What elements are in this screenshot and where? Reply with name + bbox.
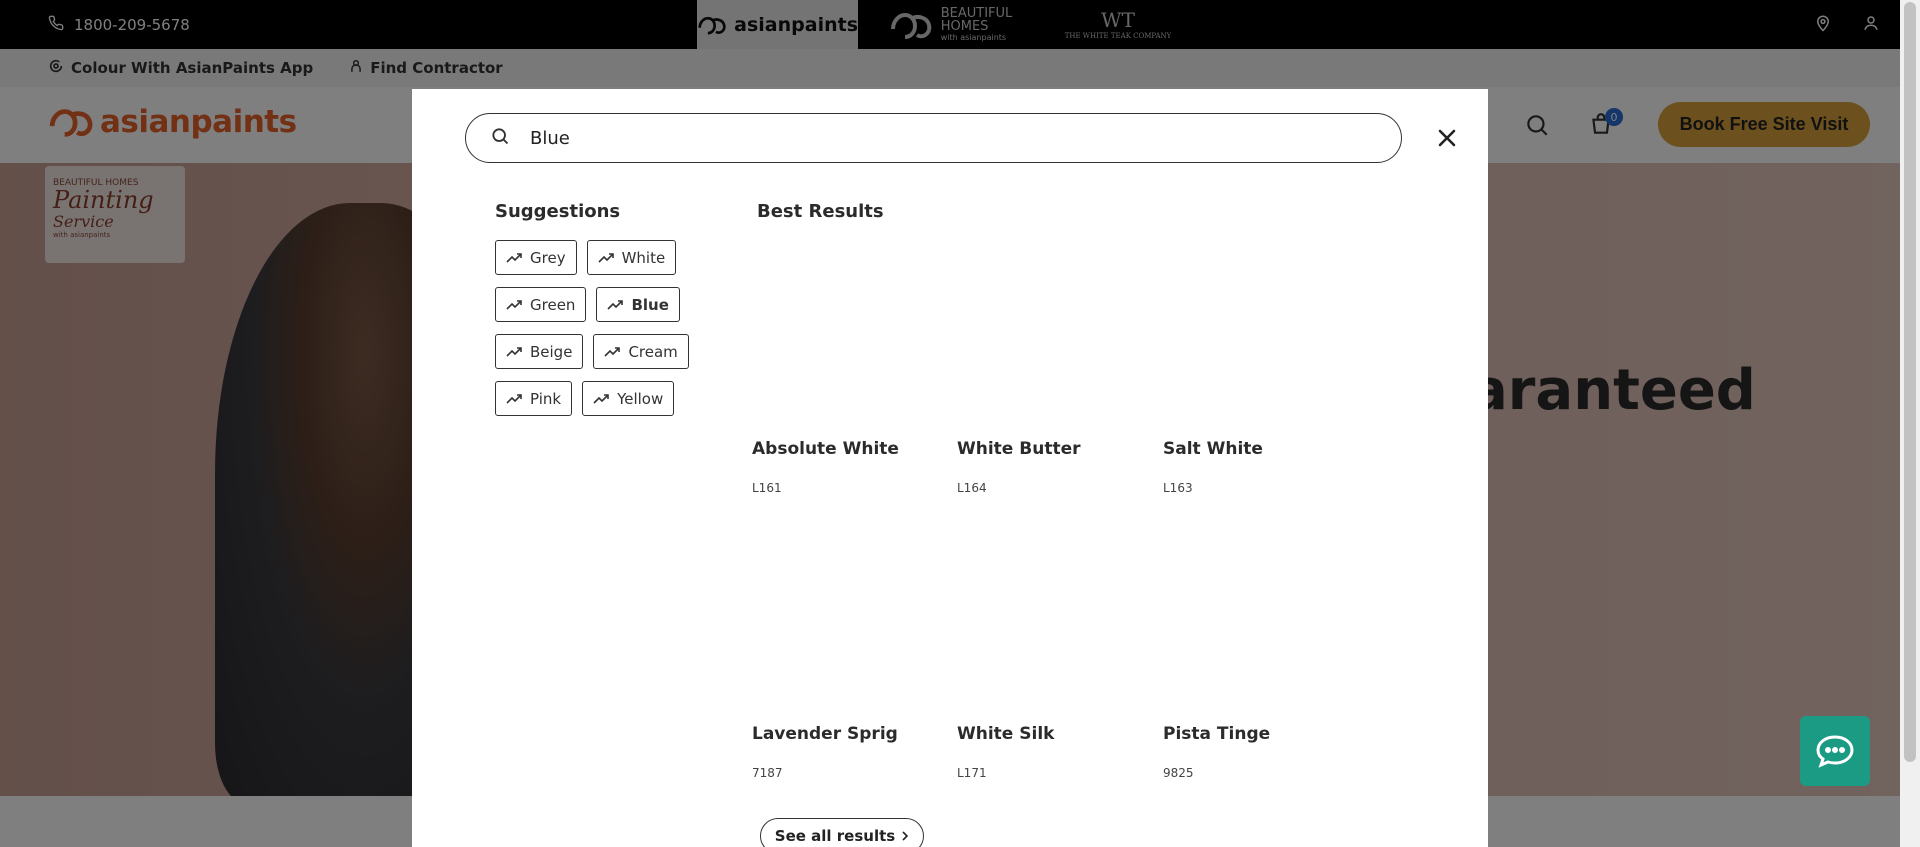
result-name: Pista Tinge xyxy=(1163,724,1271,744)
result-name: White Butter xyxy=(957,439,1081,459)
suggestion-chip-yellow[interactable]: Yellow xyxy=(582,381,675,416)
result-card[interactable]: White Silk L171 xyxy=(957,724,1137,780)
close-icon xyxy=(1438,129,1456,147)
trend-icon xyxy=(607,299,624,310)
result-code: L161 xyxy=(752,481,782,495)
result-name: Absolute White xyxy=(752,439,899,459)
trend-icon xyxy=(506,252,522,263)
suggestion-chip-green[interactable]: Green xyxy=(495,287,587,322)
page-scrollbar[interactable] xyxy=(1900,0,1920,847)
result-card[interactable]: Salt White L163 xyxy=(1163,439,1343,495)
result-code: 9825 xyxy=(1163,766,1194,780)
see-all-label: See all results xyxy=(774,827,896,845)
search-bar xyxy=(465,113,1402,163)
suggestion-chip-pink[interactable]: Pink xyxy=(495,381,573,416)
result-card[interactable]: Lavender Sprig 7187 xyxy=(752,724,932,780)
result-card[interactable]: White Butter L164 xyxy=(957,439,1137,495)
search-input[interactable] xyxy=(530,127,1380,149)
suggestion-label: Yellow xyxy=(617,389,664,408)
result-card[interactable]: Absolute White L161 xyxy=(752,439,932,495)
suggestions-title: Suggestions xyxy=(495,201,621,222)
search-modal: Suggestions Best Results Grey White Gree… xyxy=(412,89,1488,847)
trend-icon xyxy=(604,346,621,357)
suggestion-label: Green xyxy=(530,295,576,314)
result-name: White Silk xyxy=(957,724,1055,744)
best-results-title: Best Results xyxy=(757,201,884,222)
scrollbar-thumb[interactable] xyxy=(1904,2,1916,762)
chat-widget-button[interactable] xyxy=(1800,716,1870,786)
suggestion-chip-blue[interactable]: Blue xyxy=(596,287,680,322)
result-card[interactable]: Pista Tinge 9825 xyxy=(1163,724,1343,780)
suggestion-chip-cream[interactable]: Cream xyxy=(593,334,689,369)
trend-icon xyxy=(506,346,522,357)
suggestion-label: Cream xyxy=(628,342,678,361)
suggestion-label: White xyxy=(621,248,666,267)
result-code: 7187 xyxy=(752,766,783,780)
suggestion-chip-white[interactable]: White xyxy=(586,240,677,275)
suggestion-label: Pink xyxy=(530,389,562,408)
suggestion-chip-grey[interactable]: Grey xyxy=(495,240,577,275)
suggestion-chip-beige[interactable]: Beige xyxy=(495,334,584,369)
suggestion-label: Beige xyxy=(530,342,573,361)
close-search-button[interactable] xyxy=(1432,123,1462,153)
suggestion-label: Grey xyxy=(530,248,566,267)
result-name: Salt White xyxy=(1163,439,1263,459)
chevron-right-icon xyxy=(902,831,909,841)
chat-icon xyxy=(1816,735,1854,768)
trend-icon xyxy=(506,299,522,310)
result-name: Lavender Sprig xyxy=(752,724,898,744)
trend-icon xyxy=(593,393,609,404)
suggestions-list: Grey White Green Blue Beige Cream Pink Y… xyxy=(495,240,725,416)
trend-icon xyxy=(506,393,522,404)
result-code: L163 xyxy=(1163,481,1193,495)
search-icon xyxy=(490,126,510,150)
result-code: L171 xyxy=(957,766,987,780)
suggestion-label: Blue xyxy=(631,295,669,314)
result-code: L164 xyxy=(957,481,987,495)
see-all-results-button[interactable]: See all results xyxy=(760,818,924,847)
trend-icon xyxy=(598,252,614,263)
